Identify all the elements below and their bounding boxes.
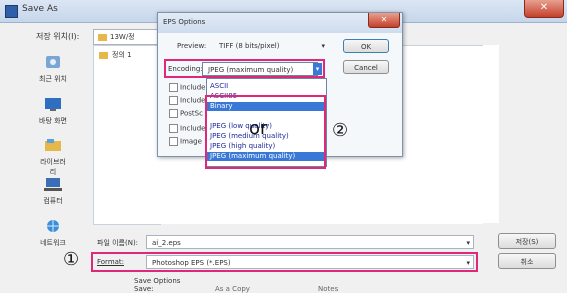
- window-title: Save As: [22, 4, 58, 14]
- encoding-highlight: [164, 59, 325, 78]
- marker-2: ②: [332, 120, 349, 141]
- checkbox-include-2[interactable]: Include: [169, 96, 205, 105]
- ok-button[interactable]: OK: [343, 39, 389, 53]
- nav-libraries[interactable]: 라이브러리: [38, 138, 68, 177]
- save-button[interactable]: 저장(S): [498, 233, 556, 249]
- computer-icon: [44, 178, 62, 191]
- filename-input[interactable]: ai_2.eps ▾: [146, 235, 474, 249]
- location-combo[interactable]: 13W/정: [93, 29, 161, 45]
- nav-recent[interactable]: 최근 위치: [38, 55, 68, 84]
- current-folder: 13W/정: [110, 33, 135, 41]
- save-options-label: Save Options: [134, 277, 181, 285]
- eps-close-button[interactable]: ✕: [368, 13, 400, 28]
- recent-places-icon: [46, 56, 60, 68]
- libraries-icon: [45, 139, 61, 151]
- folder-icon: [98, 33, 107, 41]
- marker-1: ①: [63, 249, 80, 270]
- preview-select[interactable]: TIFF (8 bits/pixel) ▾: [214, 39, 328, 53]
- checkbox-include-3[interactable]: Include: [169, 124, 205, 133]
- eps-dialog-title: EPS Options: [163, 18, 206, 26]
- nav-desktop[interactable]: 바탕 화면: [38, 97, 68, 126]
- as-a-copy-checkbox[interactable]: As a Copy: [215, 285, 250, 293]
- save-label: Save:: [134, 285, 154, 293]
- checkbox-postscript[interactable]: PostSc: [169, 109, 203, 118]
- chevron-down-icon: ▾: [466, 239, 470, 247]
- or-label: or: [249, 118, 268, 139]
- network-icon: [47, 220, 59, 232]
- chevron-down-icon: ▾: [321, 42, 325, 50]
- nav-network[interactable]: 네트워크: [38, 219, 68, 248]
- file-area-right: [483, 45, 499, 223]
- eps-title-bar: EPS Options ✕: [158, 13, 402, 33]
- filename-label: 파일 이름(N):: [97, 239, 139, 247]
- save-as-window: Save As ✕ 저장 위치(I): 13W/정 정의 1 최근 위치 바탕 …: [0, 0, 567, 293]
- preview-label: Preview:: [177, 42, 207, 50]
- desktop-icon: [45, 98, 61, 111]
- notes-checkbox[interactable]: Notes: [318, 285, 338, 293]
- folder-pane: 정의 1: [93, 45, 161, 225]
- folder-icon: [99, 51, 108, 59]
- close-button[interactable]: ✕: [524, 0, 564, 18]
- eps-cancel-button[interactable]: Cancel: [343, 60, 389, 74]
- nav-computer[interactable]: 컴퓨터: [38, 177, 68, 206]
- checkbox-include-1[interactable]: Include: [169, 83, 205, 92]
- cancel-button[interactable]: 취소: [498, 253, 556, 269]
- folder-item[interactable]: 정의 1: [94, 46, 160, 60]
- encoding-option-ascii[interactable]: ASCII: [207, 82, 326, 91]
- app-icon: [5, 5, 18, 18]
- format-highlight: [91, 252, 478, 272]
- checkbox-image[interactable]: Image: [169, 137, 202, 146]
